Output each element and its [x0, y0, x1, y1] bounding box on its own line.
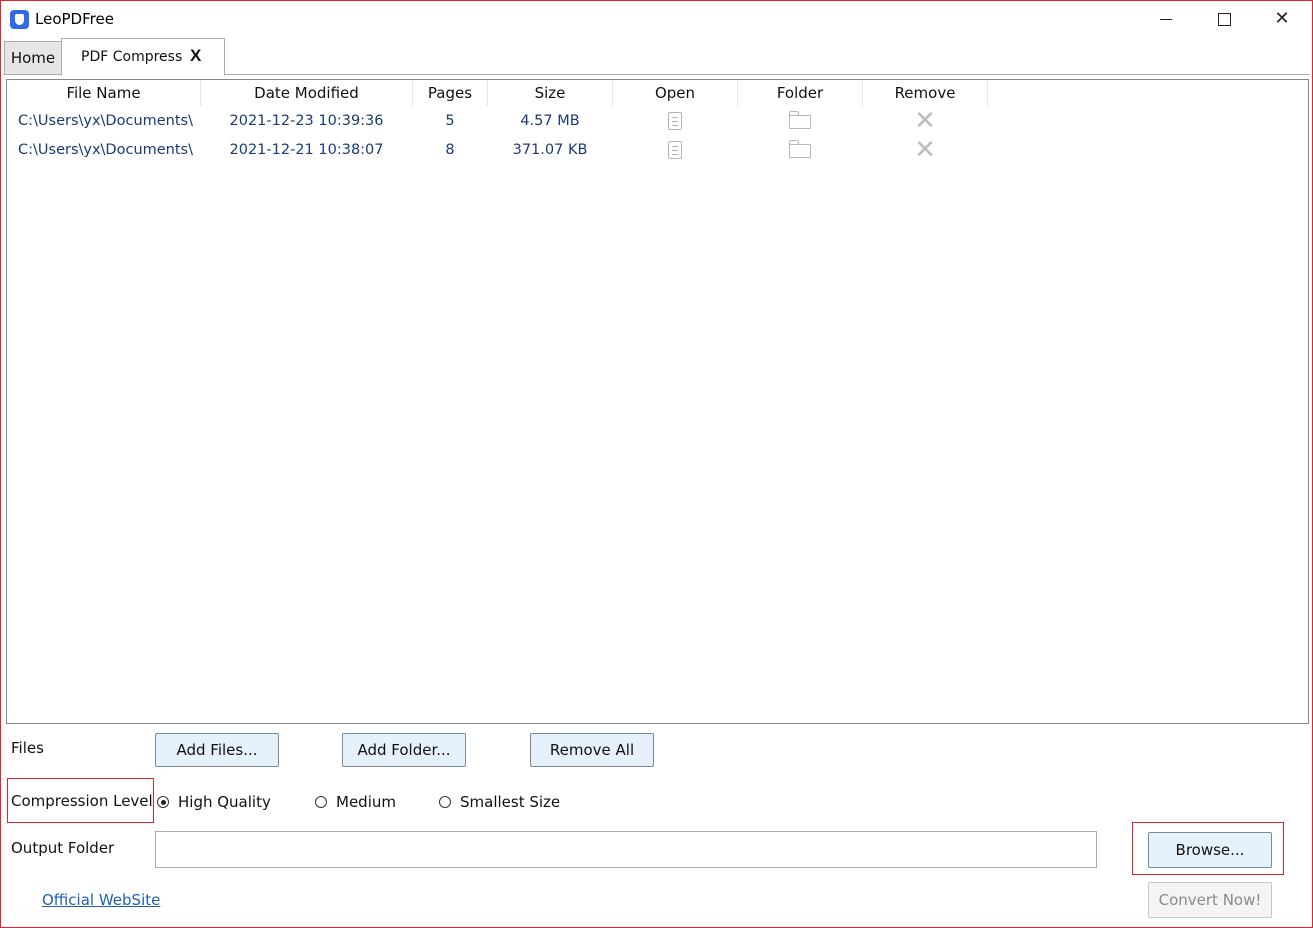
date-modified-cell: 2021-12-21 10:38:07	[229, 141, 384, 158]
file-name-cell: C:\Users\yx\Documents\	[18, 141, 193, 158]
column-header-folder[interactable]: Folder	[738, 80, 863, 106]
folder-icon	[788, 111, 811, 129]
open-folder-button[interactable]	[738, 106, 862, 135]
tab-strip: Home PDF Compress X	[3, 38, 1310, 76]
document-icon	[668, 140, 682, 159]
convert-now-button[interactable]: Convert Now!	[1148, 882, 1272, 918]
remove-x-icon: ✕	[914, 105, 936, 136]
add-folder-button[interactable]: Add Folder...	[342, 733, 466, 767]
column-header-remove[interactable]: Remove	[863, 80, 988, 106]
close-icon: ✕	[1274, 8, 1290, 29]
output-folder-field[interactable]	[155, 831, 1097, 868]
table-row[interactable]: C:\Users\yx\Documents\ 2021-12-23 10:39:…	[7, 106, 1307, 135]
window-title: LeoPDFree	[35, 10, 114, 28]
remove-file-button[interactable]: ✕	[863, 135, 987, 164]
tab-close-button[interactable]: X	[190, 46, 201, 66]
minimize-icon	[1160, 18, 1172, 20]
maximize-button[interactable]	[1195, 1, 1253, 37]
radio-high-quality-label: High Quality	[178, 793, 271, 811]
minimize-button[interactable]	[1137, 1, 1195, 37]
add-files-button[interactable]: Add Files...	[155, 733, 279, 767]
pages-cell: 8	[445, 141, 455, 158]
close-window-button[interactable]: ✕	[1253, 1, 1311, 37]
radio-unchecked-icon	[315, 796, 327, 808]
radio-high-quality[interactable]: High Quality	[157, 793, 271, 811]
app-logo-icon	[10, 10, 29, 29]
radio-medium[interactable]: Medium	[315, 793, 396, 811]
output-folder-label: Output Folder	[11, 839, 115, 857]
pages-cell: 5	[445, 112, 455, 129]
file-list[interactable]: File Name Date Modified Pages Size Open …	[6, 79, 1309, 724]
radio-checked-icon	[157, 796, 169, 808]
radio-unchecked-icon	[439, 796, 451, 808]
column-header-pages[interactable]: Pages	[413, 80, 488, 106]
open-file-button[interactable]	[613, 106, 737, 135]
open-folder-button[interactable]	[738, 135, 862, 164]
files-label: Files	[11, 739, 44, 757]
file-list-header: File Name Date Modified Pages Size Open …	[7, 80, 1307, 106]
column-header-date-modified[interactable]: Date Modified	[201, 80, 413, 106]
column-header-file-name[interactable]: File Name	[7, 80, 201, 106]
maximize-icon	[1217, 12, 1231, 26]
size-cell: 4.57 MB	[520, 112, 580, 129]
column-header-size[interactable]: Size	[488, 80, 613, 106]
folder-icon	[788, 140, 811, 158]
column-header-open[interactable]: Open	[613, 80, 738, 106]
tab-pdf-compress-label: PDF Compress	[81, 49, 183, 65]
file-name-cell: C:\Users\yx\Documents\	[18, 112, 193, 129]
table-row[interactable]: C:\Users\yx\Documents\ 2021-12-21 10:38:…	[7, 135, 1307, 164]
open-file-button[interactable]	[613, 135, 737, 164]
radio-smallest-size[interactable]: Smallest Size	[439, 793, 560, 811]
title-bar[interactable]: LeoPDFree ✕	[1, 1, 1312, 37]
radio-medium-label: Medium	[336, 793, 396, 811]
radio-smallest-size-label: Smallest Size	[460, 793, 561, 811]
size-cell: 371.07 KB	[512, 141, 588, 158]
remove-all-button[interactable]: Remove All	[530, 733, 654, 767]
compression-level-label: Compression Level	[11, 792, 153, 810]
official-website-link[interactable]: Official WebSite	[42, 891, 160, 909]
tab-home[interactable]: Home	[4, 41, 62, 74]
document-icon	[668, 111, 682, 130]
tab-home-label: Home	[10, 49, 56, 67]
date-modified-cell: 2021-12-23 10:39:36	[229, 112, 384, 129]
tab-pdf-compress[interactable]: PDF Compress X	[61, 38, 225, 76]
app-window: LeoPDFree ✕ Home PDF Compress X File Nam…	[0, 0, 1313, 928]
browse-button[interactable]: Browse...	[1148, 832, 1272, 868]
remove-x-icon: ✕	[914, 134, 936, 165]
remove-file-button[interactable]: ✕	[863, 106, 987, 135]
